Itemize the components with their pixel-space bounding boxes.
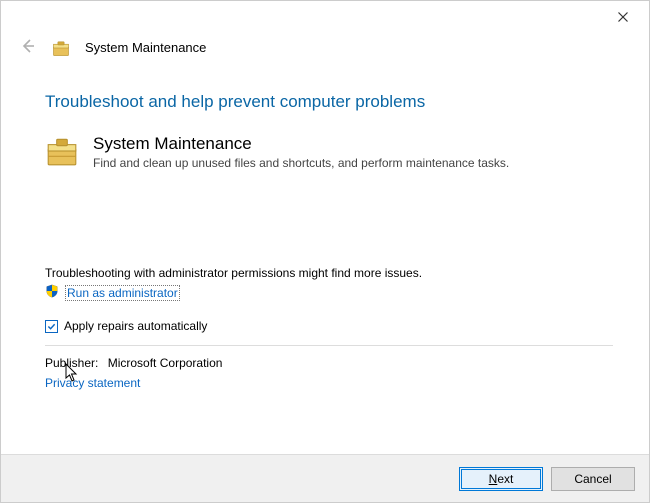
- divider: [45, 345, 613, 346]
- troubleshooter-header-icon: [51, 38, 71, 58]
- next-accelerator: N: [489, 472, 498, 486]
- run-as-admin-link[interactable]: Run as administrator: [65, 285, 180, 301]
- shield-icon: [45, 284, 59, 301]
- apply-repairs-label: Apply repairs automatically: [64, 319, 207, 333]
- troubleshooter-block: System Maintenance Find and clean up unu…: [45, 134, 613, 170]
- cancel-button[interactable]: Cancel: [551, 467, 635, 491]
- close-icon: [618, 12, 628, 22]
- admin-link-row: Run as administrator: [45, 284, 613, 301]
- privacy-statement-link[interactable]: Privacy statement: [45, 376, 140, 390]
- admin-section: Troubleshooting with administrator permi…: [45, 266, 613, 390]
- header-row: System Maintenance: [1, 33, 649, 68]
- publisher-row: Publisher: Microsoft Corporation: [45, 356, 613, 370]
- toolbox-icon: [45, 134, 79, 168]
- title-bar: [1, 1, 649, 33]
- publisher-label: Publisher:: [45, 356, 98, 370]
- admin-note: Troubleshooting with administrator permi…: [45, 266, 613, 280]
- page-heading: Troubleshoot and help prevent computer p…: [45, 92, 613, 112]
- next-button[interactable]: Next: [459, 467, 543, 491]
- header-title: System Maintenance: [85, 40, 206, 55]
- troubleshooter-description: Find and clean up unused files and short…: [93, 156, 509, 170]
- troubleshooter-title: System Maintenance: [93, 134, 509, 154]
- back-arrow-icon[interactable]: [19, 37, 37, 58]
- apply-repairs-row: Apply repairs automatically: [45, 319, 613, 333]
- next-rest: ext: [497, 472, 513, 486]
- publisher-value: Microsoft Corporation: [108, 356, 223, 370]
- close-button[interactable]: [603, 3, 643, 31]
- content-area: Troubleshoot and help prevent computer p…: [1, 68, 649, 390]
- checkmark-icon: [47, 322, 56, 331]
- apply-repairs-checkbox[interactable]: [45, 320, 58, 333]
- footer: Next Cancel: [1, 454, 649, 502]
